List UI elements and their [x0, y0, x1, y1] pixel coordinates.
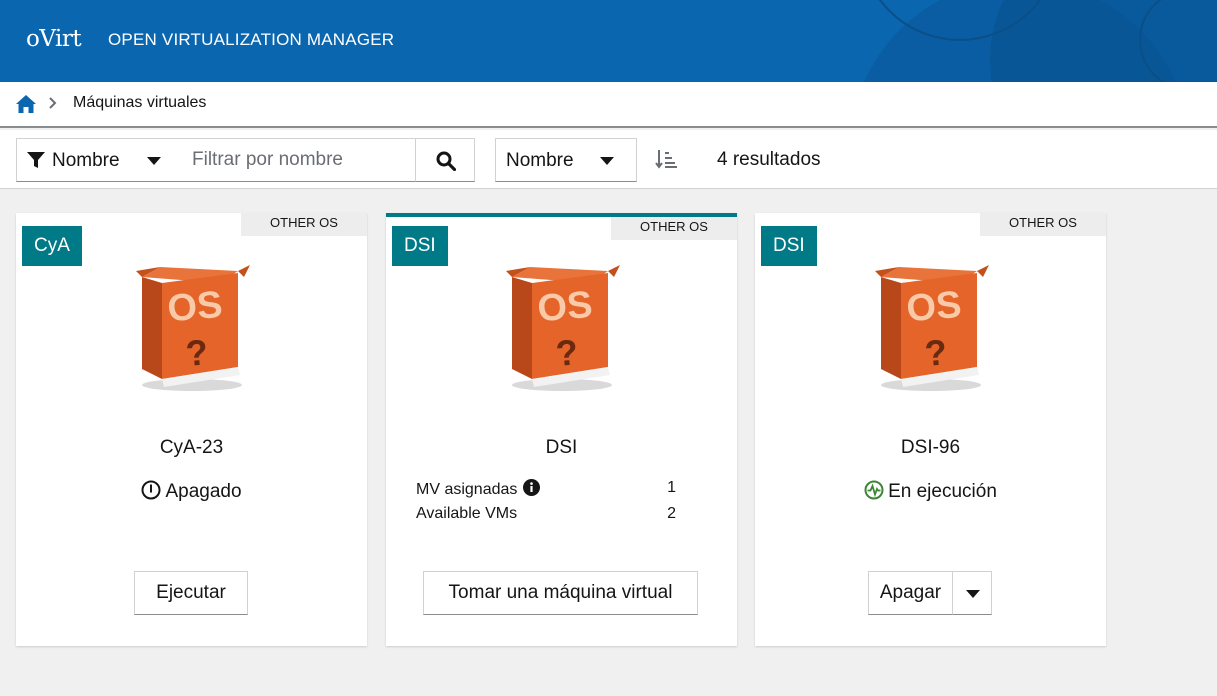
other-os-icon: [875, 265, 989, 391]
filter-field-select[interactable]: Nombre: [16, 138, 183, 182]
run-button[interactable]: Ejecutar: [134, 571, 248, 615]
take-vm-button[interactable]: Tomar una máquina virtual: [423, 571, 698, 615]
cluster-tag: DSI: [392, 226, 448, 266]
sort-field-label: Nombre: [506, 150, 574, 171]
vm-name: DSI-96: [900, 437, 961, 458]
caret-down-icon: [147, 157, 161, 165]
other-os-icon: [506, 265, 620, 391]
available-vms-value: 2: [667, 505, 676, 522]
vm-status-label: En ejecución: [888, 481, 997, 502]
caret-down-icon: [600, 157, 614, 165]
assigned-vms-value: 1: [667, 479, 676, 496]
ovirt-logo: oVirt: [26, 26, 82, 52]
breadcrumb: Máquinas virtuales: [0, 82, 1217, 128]
assigned-vms-label: MV asignadas: [416, 479, 541, 499]
sort-field-select[interactable]: Nombre: [495, 138, 637, 182]
toolbar: Nombre Nombre 4 resultados: [0, 130, 1217, 189]
available-vms-row: Available VMs 2: [416, 505, 676, 531]
info-icon[interactable]: [523, 479, 541, 496]
cluster-tag: CyA: [22, 226, 82, 266]
pool-info: MV asignadas 1 Available VMs 2: [416, 479, 676, 531]
masthead: oVirt OPEN VIRTUALIZATION MANAGER: [0, 0, 1217, 82]
app-title: OPEN VIRTUALIZATION MANAGER: [108, 30, 395, 49]
home-icon[interactable]: [15, 94, 37, 114]
vm-card-cya-23[interactable]: OTHER OS CyA CyA-23 Apagado Ejecutar: [16, 213, 367, 646]
running-icon: [864, 480, 884, 500]
filter-input[interactable]: [182, 138, 416, 182]
power-off-icon: [141, 480, 161, 500]
vm-status: En ejecución: [755, 480, 1106, 503]
vm-card-dsi-96[interactable]: OTHER OS DSI DSI-96 En ejecución Apagar: [755, 213, 1106, 646]
available-vms-label: Available VMs: [416, 505, 518, 522]
caret-down-icon: [966, 590, 980, 598]
assigned-vms-row: MV asignadas 1: [416, 479, 676, 505]
shutdown-button[interactable]: Apagar: [868, 571, 953, 615]
vm-name: CyA-23: [159, 437, 224, 458]
sort-ascending-icon[interactable]: [655, 149, 677, 169]
os-tag: OTHER OS: [980, 213, 1106, 236]
other-os-icon: [136, 265, 250, 391]
chevron-right-icon: [49, 97, 57, 109]
vm-status: Apagado: [16, 480, 367, 503]
breadcrumb-current: Máquinas virtuales: [73, 94, 207, 111]
cluster-tag: DSI: [761, 226, 817, 266]
pool-card-dsi[interactable]: OTHER OS DSI DSI MV asignadas 1 Availabl…: [386, 213, 737, 646]
search-button[interactable]: [415, 138, 475, 182]
vm-status-label: Apagado: [165, 481, 242, 502]
filter-field-label: Nombre: [52, 150, 120, 171]
os-tag: OTHER OS: [241, 213, 367, 236]
shutdown-options-toggle[interactable]: [952, 571, 992, 615]
filter-icon: [27, 152, 45, 168]
pool-name: DSI: [545, 437, 578, 458]
results-count: 4 resultados: [717, 149, 821, 170]
search-icon: [436, 151, 456, 171]
os-tag: OTHER OS: [611, 217, 737, 240]
